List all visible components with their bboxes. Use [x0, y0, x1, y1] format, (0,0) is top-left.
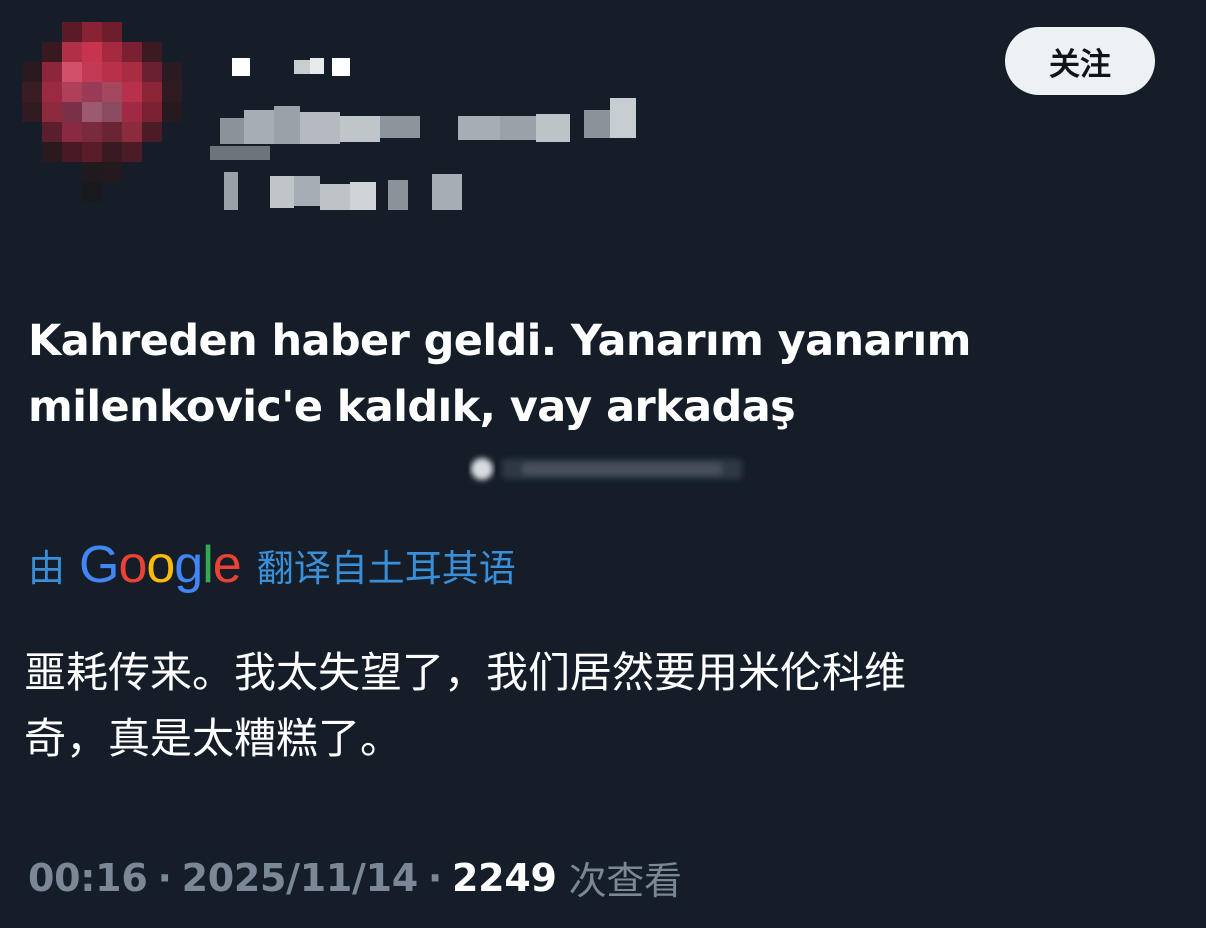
google-logo-letter: l	[202, 536, 214, 594]
post-time[interactable]: 00:16	[28, 856, 148, 900]
avatar[interactable]	[22, 22, 182, 202]
translated-by-prefix: 由	[28, 547, 65, 590]
tweet-text: Kahreden haber geldi. Yanarım yanarım mi…	[28, 308, 1178, 440]
view-count: 2249	[452, 855, 557, 900]
google-logo-letter: G	[79, 536, 119, 594]
translated-from-language: 翻译自土耳其语	[256, 547, 516, 590]
translated-text-line: 奇，真是太糟糕了。	[24, 714, 403, 763]
user-name-block[interactable]	[210, 50, 650, 220]
google-logo-letter: o	[118, 536, 147, 594]
translated-text: 噩耗传来。我太失望了，我们居然要用米伦科维 奇，真是太糟糕了。	[24, 640, 1184, 772]
translated-text-line: 噩耗传来。我太失望了，我们居然要用米伦科维	[24, 648, 907, 697]
follow-button[interactable]: 关注	[1005, 27, 1155, 95]
meta-separator: ·	[157, 855, 172, 900]
google-logo-letter: e	[212, 536, 242, 594]
tweet-text-line: Kahreden haber geldi. Yanarım yanarım	[28, 316, 971, 366]
google-logo-letter: g	[174, 536, 203, 594]
tweet-meta: 00:16 · 2025/11/14 · 2249 次查看	[28, 850, 682, 905]
post-date[interactable]: 2025/11/14	[182, 856, 419, 900]
google-logo-letter: o	[146, 536, 175, 594]
tweet-text-line: milenkovic'e kaldık, vay arkadaş	[28, 382, 796, 432]
view-count-label: 次查看	[568, 859, 682, 903]
meta-separator: ·	[427, 855, 443, 900]
translated-by-google-link[interactable]: 由 G o o g l e 翻译自土耳其语	[28, 532, 516, 598]
google-logo: G o o g l e	[79, 535, 242, 595]
blurred-watermark	[471, 458, 742, 480]
